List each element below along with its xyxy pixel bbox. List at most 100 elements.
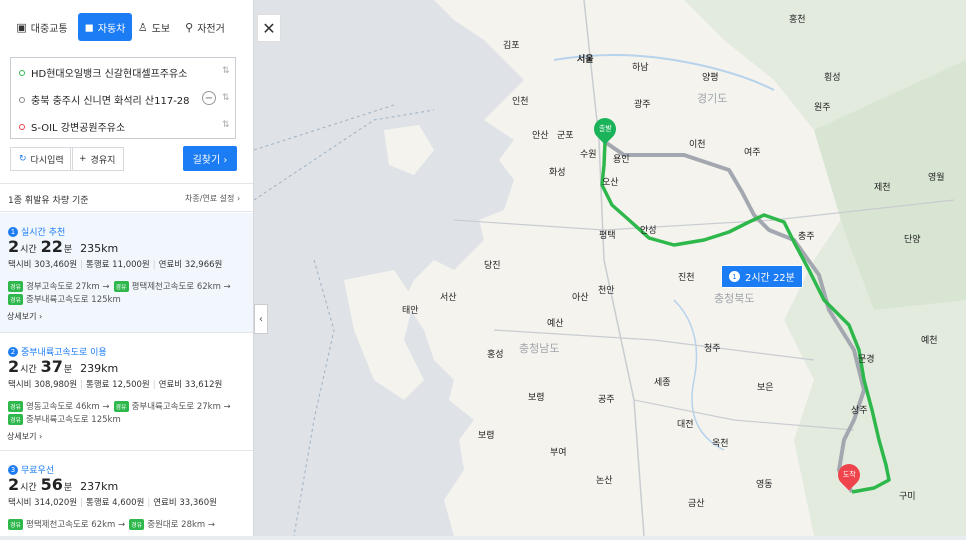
route-roads: 경유 평택제천고속도로 62km → 경유 중원대로 28km → [8,518,216,530]
city-label: 당진 [484,261,501,271]
tab-transit[interactable]: ▣ 대중교통 [6,13,78,41]
city-label: 홍천 [789,15,806,25]
bike-icon: ⚲ [185,20,194,34]
route-option-2[interactable]: 2 중부내륙고속도로 이용 2 시간 37 분 239km 택시비 308,980원 | 통… [0,333,253,451]
destination-field[interactable]: S-OIL 강변공원주유소 [19,119,125,134]
city-label: 용인 [613,155,630,165]
drag-handle-icon[interactable]: ⇅ [222,93,230,103]
city-label: 제천 [874,183,891,193]
province-label: 충청남도 [519,342,560,355]
tab-bike[interactable]: ⚲ 자전거 [176,13,234,41]
refresh-icon: ↻ [19,154,27,164]
city-label: 논산 [596,476,613,486]
route-roads: 경유 중부내륙고속도로 125km [8,413,121,425]
city-label: 원주 [814,103,831,113]
route-roads: 경유 중부내륙고속도로 125km [8,293,121,305]
route-detail-link[interactable]: 상세보기 › [7,311,42,322]
city-label: 태안 [402,306,419,316]
route-fees: 택시비 314,020원 | 통행료 4,600원 | 연료비 33,360원 [8,498,217,508]
tab-car[interactable]: ◼ 자동차 [78,13,132,41]
city-label: 서산 [440,293,457,303]
fuel-criteria: 1종 휘발유 차량 기준 [8,196,89,206]
search-route-button[interactable]: 길찾기 › [183,146,237,171]
route-roads: 경유 영동고속도로 46km → 경유 중부내륙고속도로 27km → [8,400,231,412]
city-label: 충주 [798,232,815,242]
route-option-3[interactable]: 3 무료우선 2 시간 56 분 237km 택시비 314,020원 | 통행료 4,60… [0,451,253,536]
bus-icon: ▣ [16,20,27,34]
directions-panel: ▣ 대중교통 ◼ 자동차 ♙ 도보 ⚲ 자전거 HD현대오일뱅크 신갈현대셀프주유소 ⇅… [0,0,254,536]
city-label: 보은 [757,383,774,393]
city-label: 군포 [557,131,574,141]
city-label: 안산 [532,131,549,141]
city-label: 하남 [632,63,649,73]
map-canvas[interactable]: 경기도 충청북도 충청남도 서울 인천 수원 오산 평택 천안 아산 진천 안성… [253,0,966,537]
city-label: 화성 [549,168,566,178]
origin-field[interactable]: HD현대오일뱅크 신갈현대셀프주유소 [19,65,187,80]
city-label: 오산 [602,178,619,188]
city-label: 횡성 [824,73,841,83]
city-label: 문경 [858,355,875,365]
car-icon: ◼ [84,20,94,34]
route-fees: 택시비 308,980원 | 통행료 12,500원 | 연료비 33,612원 [8,380,223,390]
route-duration: 2 시간 22 분 235km [8,237,119,256]
reset-button[interactable]: ↻ 다시입력 [10,147,73,171]
remove-waypoint-icon[interactable]: − [202,91,216,105]
destination-dot-icon [19,123,25,130]
city-label: 천안 [598,286,615,296]
route-places-box: HD현대오일뱅크 신갈현대셀프주유소 ⇅ 충북 충주시 신니면 화석리 산117… [10,57,236,139]
transport-mode-tabs: ▣ 대중교통 ◼ 자동차 ♙ 도보 ⚲ 자전거 [6,13,234,41]
close-panel-button[interactable]: ✕ [257,14,281,42]
chevron-left-icon: ‹ [259,313,263,325]
tab-walk[interactable]: ♙ 도보 [132,13,176,41]
city-label: 부여 [550,448,567,458]
walk-icon: ♙ [137,20,148,34]
waypoint-dot-icon [19,96,25,103]
route-roads: 경유 경부고속도로 27km → 경유 평택제천고속도로 62km → [8,280,231,292]
route-fees: 택시비 303,460원 | 통행료 11,000원 | 연료비 32,966원 [8,260,223,270]
city-label: 구미 [899,492,916,502]
origin-dot-icon [19,69,25,76]
route-duration: 2 시간 56 분 237km [8,475,119,494]
vehicle-settings-link[interactable]: 차종/연료 설정 › [185,193,240,204]
city-label: 평택 [599,231,616,241]
city-label: 단양 [904,235,921,245]
route-time-badge[interactable]: 1 2시간 22분 [721,265,803,288]
city-label: 상주 [851,406,868,416]
city-label: 아산 [572,293,589,303]
city-label: 서울 [577,55,594,65]
city-label: 금산 [688,499,705,509]
city-label: 청주 [704,344,721,354]
route-detail-link[interactable]: 상세보기 › [7,431,42,442]
city-label: 인천 [512,97,529,107]
close-icon: ✕ [262,18,276,38]
city-label: 옥천 [712,439,729,449]
collapse-panel-button[interactable]: ‹ [254,304,268,334]
city-label: 이천 [689,140,706,150]
city-label: 안성 [640,226,657,236]
province-label: 경기도 [697,92,728,105]
route-duration: 2 시간 37 분 239km [8,357,119,376]
city-label: 보령 [528,393,545,403]
city-label: 공주 [598,395,615,405]
city-label: 영월 [928,173,945,183]
city-label: 김포 [503,41,520,51]
city-label: 수원 [580,150,597,160]
city-label: 영동 [756,480,773,490]
plus-icon: + [79,154,87,164]
city-label: 세종 [654,378,671,388]
city-label: 예천 [921,336,938,346]
city-label: 양평 [702,73,719,83]
city-label: 대전 [677,420,694,430]
drag-handle-icon[interactable]: ⇅ [222,120,230,130]
vehicle-criteria-bar: 1종 휘발유 차량 기준 차종/연료 설정 › [0,183,253,212]
map-background [253,0,966,537]
city-label: 여주 [744,148,761,158]
city-label: 홍성 [487,350,504,360]
route-option-1[interactable]: 1 실시간 추천 2 시간 22 분 235km 택시비 303,460원 | 통행료 11… [0,213,253,333]
city-label: 진천 [678,273,695,283]
add-waypoint-button[interactable]: + 경유지 [70,147,125,171]
drag-handle-icon[interactable]: ⇅ [222,66,230,76]
city-label: 보령 [478,431,495,441]
waypoint-field[interactable]: 충북 충주시 신니면 화석리 산117-28 [19,92,190,107]
province-label: 충청북도 [714,292,755,305]
